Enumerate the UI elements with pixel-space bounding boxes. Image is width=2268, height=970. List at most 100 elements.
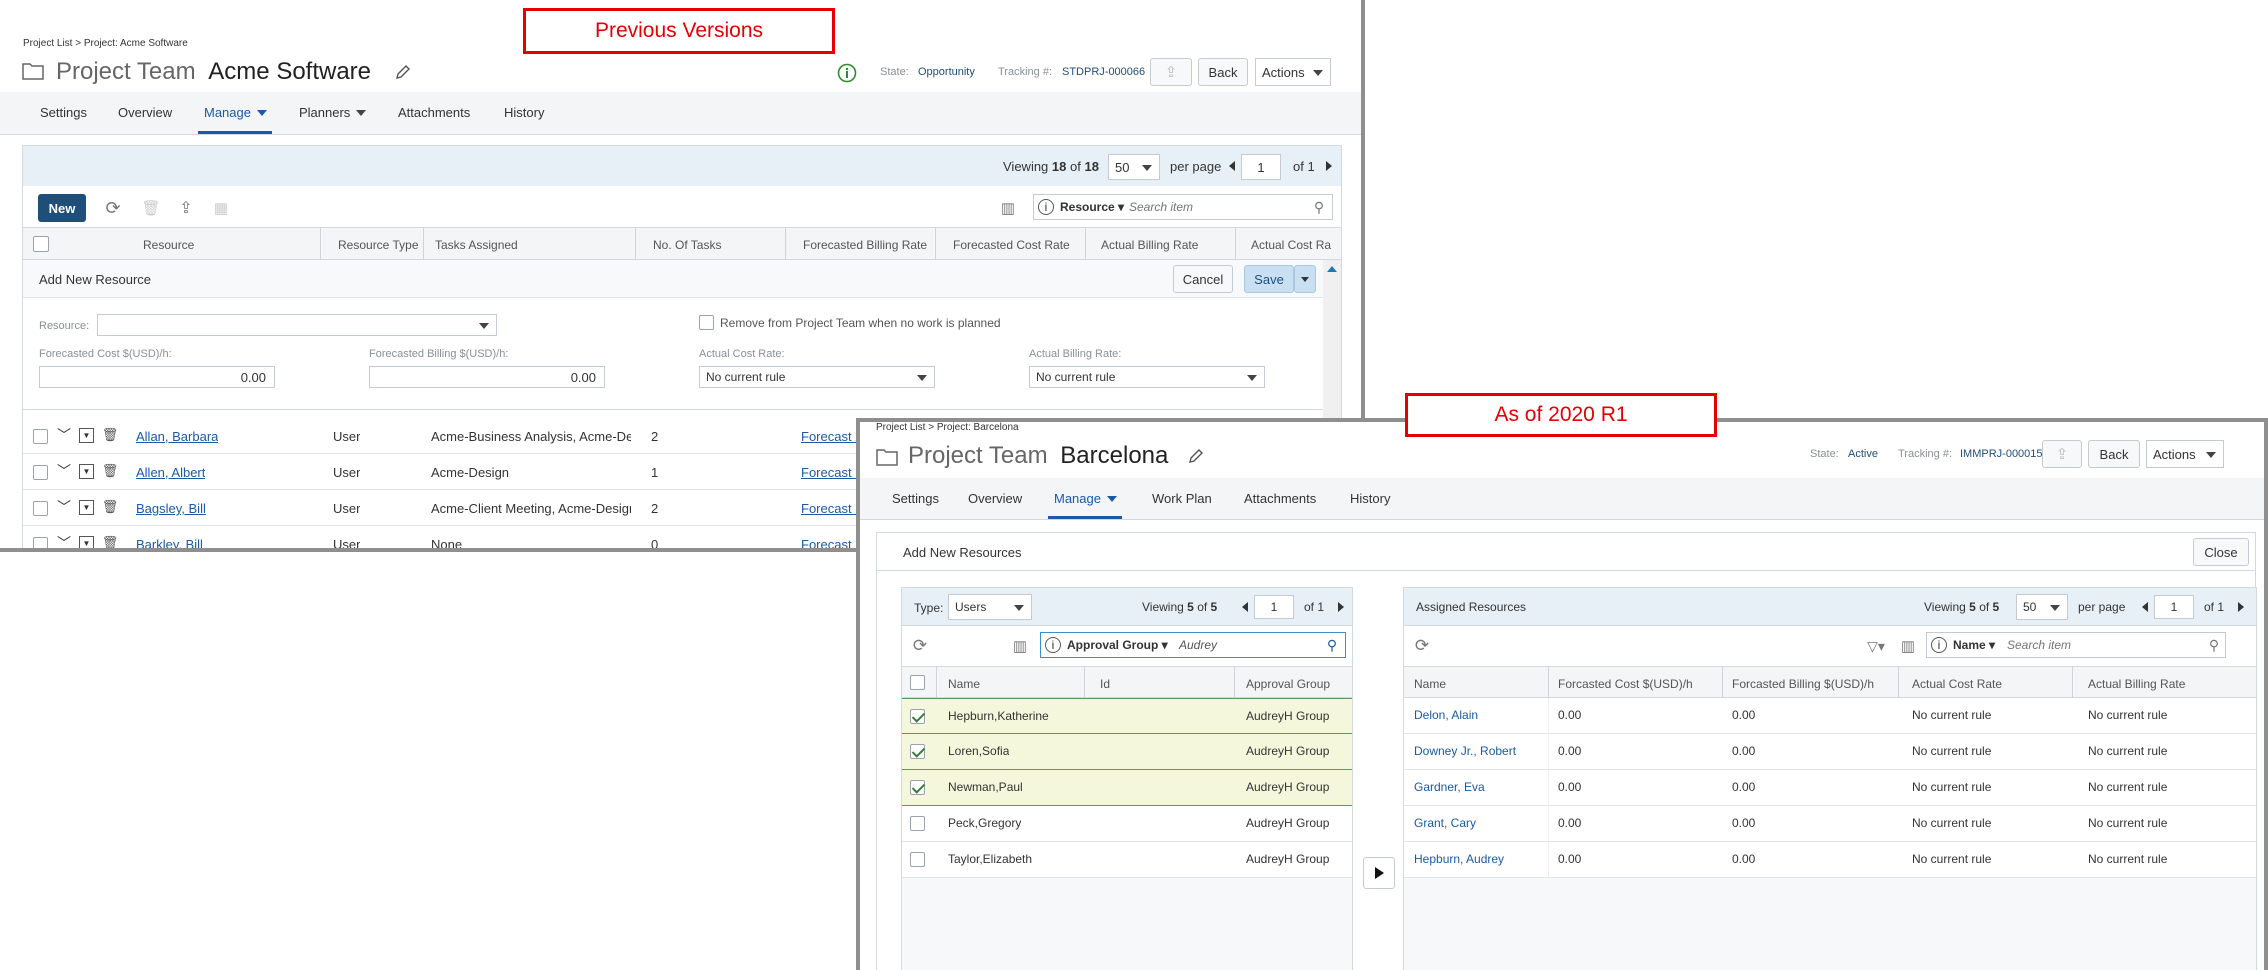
- edit-pencil-icon[interactable]: [1186, 446, 1206, 466]
- col-no-of-tasks[interactable]: No. Of Tasks: [653, 238, 721, 252]
- tab-attachments[interactable]: Attachments: [1244, 491, 1316, 506]
- back-button[interactable]: Back: [2088, 440, 2140, 468]
- prev-page-icon[interactable]: [2142, 602, 2148, 612]
- prev-page-icon[interactable]: [1229, 161, 1235, 171]
- assigned-name-link[interactable]: Delon, Alain: [1414, 708, 1478, 722]
- row-checkbox[interactable]: [33, 465, 48, 480]
- col-forecasted-billing-rate[interactable]: Forecasted Billing Rate: [803, 238, 927, 252]
- select-all-checkbox[interactable]: [910, 675, 925, 690]
- close-button[interactable]: Close: [2193, 538, 2249, 566]
- row-menu-icon[interactable]: ▼: [79, 428, 94, 443]
- page-input[interactable]: 1: [1254, 595, 1294, 619]
- table-row[interactable]: Hepburn, Audrey 0.00 0.00 No current rul…: [1404, 842, 2256, 878]
- expand-chevron-icon[interactable]: ﹀: [55, 462, 73, 480]
- next-page-icon[interactable]: [2238, 602, 2244, 612]
- columns-icon[interactable]: ▥: [998, 198, 1018, 218]
- share-button[interactable]: ⇪: [2042, 440, 2082, 468]
- search-input[interactable]: [1129, 198, 1299, 216]
- search-filter[interactable]: Approval Group ▾: [1067, 638, 1168, 652]
- assigned-name-link[interactable]: Hepburn, Audrey: [1414, 852, 1504, 866]
- row-checkbox[interactable]: [910, 780, 925, 795]
- resource-select[interactable]: [97, 314, 497, 336]
- trash-icon[interactable]: 🗑: [101, 534, 119, 548]
- row-menu-icon[interactable]: ▼: [79, 500, 94, 515]
- list-item[interactable]: Hepburn,Katherine AudreyH Group: [902, 698, 1352, 734]
- forecast-link[interactable]: Forecast 2: [801, 429, 862, 444]
- prev-page-icon[interactable]: [1242, 602, 1248, 612]
- per-page-select[interactable]: 50: [1108, 154, 1160, 180]
- tab-settings[interactable]: Settings: [892, 491, 939, 506]
- resource-name-link[interactable]: Bagsley, Bill: [136, 501, 206, 516]
- forecasted-cost-input[interactable]: 0.00: [39, 366, 275, 388]
- resource-name-link[interactable]: Allan, Barbara: [136, 429, 218, 444]
- actual-cost-rate-select[interactable]: No current rule: [699, 366, 935, 388]
- table-row[interactable]: Gardner, Eva 0.00 0.00 No current rule N…: [1404, 770, 2256, 806]
- list-item[interactable]: Loren,Sofia AudreyH Group: [902, 734, 1352, 770]
- tab-history[interactable]: History: [504, 105, 544, 120]
- info-icon[interactable]: [836, 62, 858, 84]
- table-row[interactable]: Grant, Cary 0.00 0.00 No current rule No…: [1404, 806, 2256, 842]
- search-icon[interactable]: ⚲: [1310, 198, 1328, 216]
- actions-dropdown[interactable]: Actions: [2146, 440, 2224, 468]
- tab-history[interactable]: History: [1350, 491, 1390, 506]
- col-actual-cost-rate[interactable]: Actual Cost Rate: [1912, 677, 2002, 691]
- col-name[interactable]: Name: [948, 677, 980, 691]
- forecast-link[interactable]: Forecast 2: [801, 537, 862, 548]
- col-forecasted-cost[interactable]: Forcasted Cost $(USD)/h: [1558, 677, 1693, 691]
- save-options-button[interactable]: [1294, 265, 1316, 293]
- search-input[interactable]: Audrey: [1179, 638, 1217, 652]
- col-id[interactable]: Id: [1100, 677, 1110, 691]
- col-tasks-assigned[interactable]: Tasks Assigned: [435, 238, 518, 252]
- tab-attachments[interactable]: Attachments: [398, 105, 470, 120]
- refresh-icon[interactable]: ⟳: [1412, 636, 1432, 656]
- col-actual-cost-rate[interactable]: Actual Cost Ra: [1251, 238, 1331, 252]
- col-name[interactable]: Name: [1414, 677, 1446, 691]
- back-button[interactable]: Back: [1198, 58, 1248, 86]
- row-checkbox[interactable]: [33, 537, 48, 548]
- refresh-icon[interactable]: ⟳: [910, 636, 930, 656]
- page-input[interactable]: 1: [2154, 595, 2194, 619]
- share-button[interactable]: ⇪: [1150, 58, 1192, 86]
- list-item[interactable]: Newman,Paul AudreyH Group: [902, 770, 1352, 806]
- row-menu-icon[interactable]: ▼: [79, 464, 94, 479]
- search-filter[interactable]: Name ▾: [1953, 638, 1995, 652]
- trash-icon[interactable]: 🗑: [101, 426, 119, 444]
- save-button[interactable]: Save: [1244, 265, 1294, 293]
- per-page-select[interactable]: 50: [2016, 594, 2068, 620]
- type-select[interactable]: Users: [948, 594, 1032, 620]
- row-checkbox[interactable]: [910, 744, 925, 759]
- row-checkbox[interactable]: [910, 816, 925, 831]
- expand-chevron-icon[interactable]: ﹀: [55, 426, 73, 444]
- col-actual-billing-rate[interactable]: Actual Billing Rate: [2088, 677, 2185, 691]
- search-input[interactable]: [2007, 636, 2197, 654]
- next-page-icon[interactable]: [1338, 602, 1344, 612]
- row-checkbox[interactable]: [910, 852, 925, 867]
- search-filter[interactable]: Resource ▾: [1060, 200, 1124, 214]
- row-checkbox[interactable]: [33, 429, 48, 444]
- export-icon[interactable]: ⇪: [176, 198, 196, 218]
- actions-dropdown[interactable]: Actions: [1255, 58, 1331, 86]
- forecast-link[interactable]: Forecast 1: [801, 465, 862, 480]
- delete-icon[interactable]: 🗑: [141, 198, 161, 218]
- breadcrumb[interactable]: Project List > Project: Barcelona: [876, 422, 1019, 433]
- cancel-button[interactable]: Cancel: [1173, 265, 1233, 293]
- forecast-link[interactable]: Forecast 1: [801, 501, 862, 516]
- breadcrumb[interactable]: Project List > Project: Acme Software: [23, 38, 188, 49]
- add-selected-button[interactable]: [1363, 857, 1395, 889]
- columns-icon[interactable]: ▥: [1010, 636, 1030, 656]
- col-forecasted-cost-rate[interactable]: Forecasted Cost Rate: [953, 238, 1070, 252]
- row-checkbox[interactable]: [910, 709, 925, 724]
- page-input[interactable]: 1: [1241, 154, 1281, 180]
- next-page-icon[interactable]: [1326, 161, 1332, 171]
- resource-name-link[interactable]: Allen, Albert: [136, 465, 205, 480]
- table-row[interactable]: Delon, Alain 0.00 0.00 No current rule N…: [1404, 698, 2256, 734]
- row-checkbox[interactable]: [33, 501, 48, 516]
- col-resource-type[interactable]: Resource Type: [338, 238, 419, 252]
- trash-icon[interactable]: 🗑: [101, 498, 119, 516]
- resource-name-link[interactable]: Barkley, Bill: [136, 537, 203, 548]
- grid-icon[interactable]: ▦: [211, 198, 231, 218]
- remove-checkbox[interactable]: [699, 315, 714, 330]
- col-resource[interactable]: Resource: [143, 238, 194, 252]
- col-approval-group[interactable]: Approval Group: [1246, 677, 1330, 691]
- tab-manage[interactable]: Manage: [204, 105, 267, 120]
